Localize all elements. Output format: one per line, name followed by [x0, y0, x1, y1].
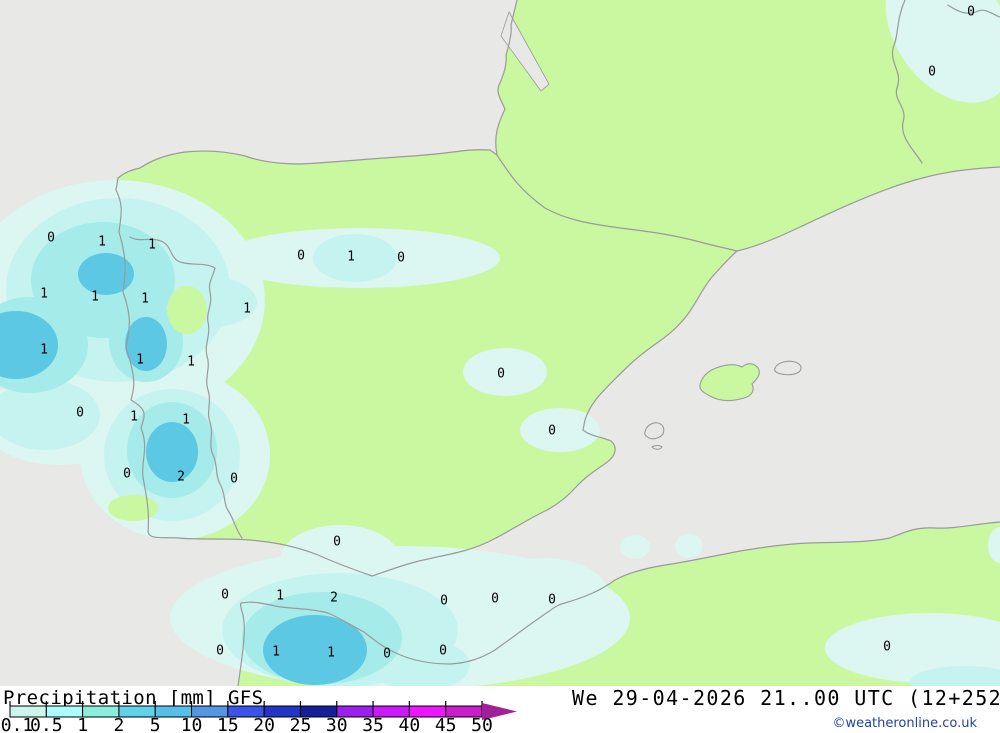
- map-value-label: 1: [347, 250, 355, 265]
- map-value-label: 0: [883, 640, 891, 655]
- scale-label: 20: [253, 715, 275, 733]
- map-value-label: 1: [98, 235, 106, 250]
- map-value-label: 1: [272, 645, 280, 660]
- map-value-label: 2: [177, 470, 185, 485]
- legend: Precipitation [mm] GFS We 29-04-2026 21.…: [1, 686, 1000, 733]
- map-value-label: 1: [40, 343, 48, 358]
- map-value-label: 0: [230, 472, 238, 487]
- map-value-label: 1: [148, 238, 156, 253]
- scale-label: 2: [114, 715, 125, 733]
- map-value-label: 0: [440, 594, 448, 609]
- map-value-label: 0: [297, 249, 305, 264]
- scale-label: 40: [399, 715, 421, 733]
- scale-label: 25: [290, 715, 312, 733]
- scale-label: 5: [150, 715, 161, 733]
- map-value-label: 0: [967, 5, 975, 20]
- map-value-label: 1: [136, 353, 144, 368]
- scale-label: 30: [326, 715, 348, 733]
- map-value-label: 0: [383, 647, 391, 662]
- map-value-label: 0: [548, 593, 556, 608]
- legend-datetime: We 29-04-2026 21..00 UTC (12+252: [572, 686, 1000, 710]
- map-value-label: 0: [216, 644, 224, 659]
- scale-label: 1: [77, 715, 88, 733]
- scale-label: 35: [362, 715, 384, 733]
- scale-label: 0.5: [30, 715, 63, 733]
- map-value-label: 1: [40, 287, 48, 302]
- map-value-label: 1: [91, 290, 99, 305]
- map-value-label: 0: [397, 251, 405, 266]
- precipitation-map: 0 1 10 1 01 1 1111 1000 1 10 2 00000 1 2 0 0 00 1 1 0 0 0 Pre…: [0, 0, 1000, 733]
- map-value-label: 0: [123, 467, 131, 482]
- scale-labels: 0.10.5 1 2 5 10 15 20 25 30 35 40 45 50: [1, 715, 493, 733]
- scale-label: 10: [181, 715, 203, 733]
- map-value-label: 0: [439, 644, 447, 659]
- map-value-label: 0: [221, 588, 229, 603]
- island-formentera: [651, 445, 663, 450]
- scale-label: 15: [217, 715, 239, 733]
- map-value-label: 1: [141, 292, 149, 307]
- map-value-label: 1: [327, 646, 335, 661]
- map-value-label: 1: [187, 355, 195, 370]
- map-value-label: 1: [130, 410, 138, 425]
- map-value-label: 0: [928, 65, 936, 80]
- scale-label: 50: [471, 715, 493, 733]
- scale-label: 0.1: [1, 715, 34, 733]
- map-value-label: 0: [76, 406, 84, 421]
- map-value-label: 0: [47, 231, 55, 246]
- copyright-link[interactable]: ©weatheronline.co.uk: [832, 716, 977, 731]
- map-value-label: 1: [182, 413, 190, 428]
- map-value-label: 2: [330, 591, 338, 606]
- map-value-label: 0: [548, 424, 556, 439]
- weather-map-page: 011010111111100011020000012000011000 Pre…: [0, 0, 1000, 733]
- map-value-label: 0: [497, 367, 505, 382]
- map-value-label: 1: [243, 302, 251, 317]
- map-area: 0 1 1 0 1 0 1 1 1 1 1 1 1 0 0 0 1 1 0 2 0 0 0 0 0 1 2 0 0 0 0 1 1 0 0 0: [0, 0, 1000, 686]
- map-value-label: 0: [491, 592, 499, 607]
- map-value-label: 0: [333, 535, 341, 550]
- scale-label: 45: [435, 715, 457, 733]
- map-value-label: 1: [276, 589, 284, 604]
